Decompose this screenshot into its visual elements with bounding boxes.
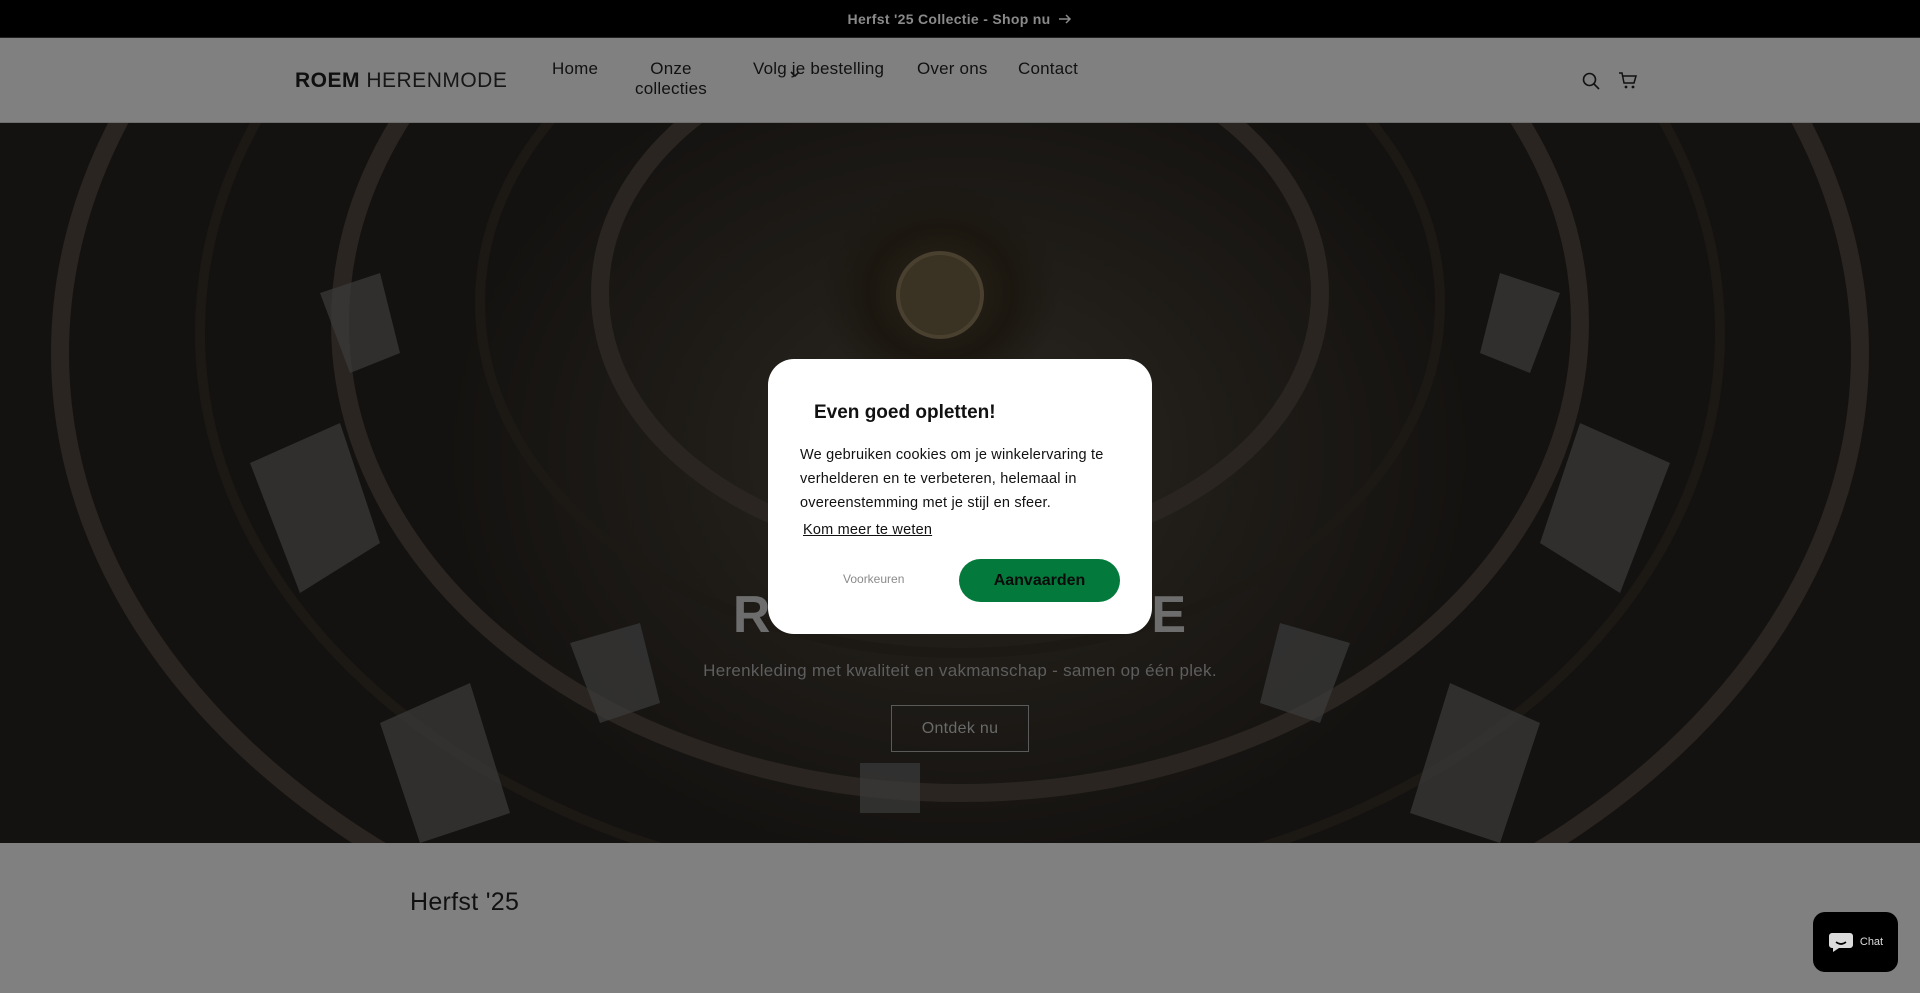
section-title: Herfst '25 xyxy=(410,888,520,916)
nav-contact[interactable]: Contact xyxy=(1018,38,1078,79)
announcement-text: Herfst '25 Collectie - Shop nu xyxy=(847,10,1051,27)
search-icon[interactable] xyxy=(1580,70,1602,92)
chat-label: Chat xyxy=(1859,936,1884,948)
announcement-link[interactable]: Herfst '25 Collectie - Shop nu xyxy=(848,11,1073,27)
announcement-bar: Herfst '25 Collectie - Shop nu xyxy=(0,0,1920,38)
accept-button[interactable]: Aanvaarden xyxy=(959,559,1120,602)
cart-icon[interactable] xyxy=(1617,70,1639,92)
preferences-button[interactable]: Voorkeuren xyxy=(843,572,904,586)
nav-about[interactable]: Over ons xyxy=(917,38,988,79)
collection-section: Herfst '25 xyxy=(0,843,1920,993)
cookie-modal-body: We gebruiken cookies om je winkelervarin… xyxy=(800,447,1104,511)
learn-more-link[interactable]: Kom meer te weten xyxy=(803,522,932,538)
chat-button[interactable]: Chat xyxy=(1813,912,1898,972)
cookie-modal: Even goed opletten! We gebruiken cookies… xyxy=(768,359,1152,634)
chat-bubble-icon xyxy=(1828,933,1853,952)
logo-light: HERENMODE xyxy=(366,69,508,92)
nav-home[interactable]: Home xyxy=(552,38,598,79)
logo-bold: ROEM xyxy=(295,69,360,92)
nav-track-order[interactable]: Volg je bestelling xyxy=(753,38,884,79)
cookie-modal-title: Even goed opletten! xyxy=(814,402,996,423)
nav-collections-line1: Onze xyxy=(650,59,692,78)
arrow-right-icon xyxy=(1059,13,1072,24)
hero-subtitle: Herenkleding met kwaliteit en vakmanscha… xyxy=(703,661,1217,680)
nav-collections[interactable]: Onze collecties xyxy=(616,38,800,99)
nav-collections-line2: collecties xyxy=(635,79,707,98)
site-logo[interactable]: ROEM HERENMODE xyxy=(295,69,507,93)
discover-button[interactable]: Ontdek nu xyxy=(891,705,1029,752)
site-header: ROEM HERENMODE Home Onze collecties Volg… xyxy=(0,38,1920,123)
